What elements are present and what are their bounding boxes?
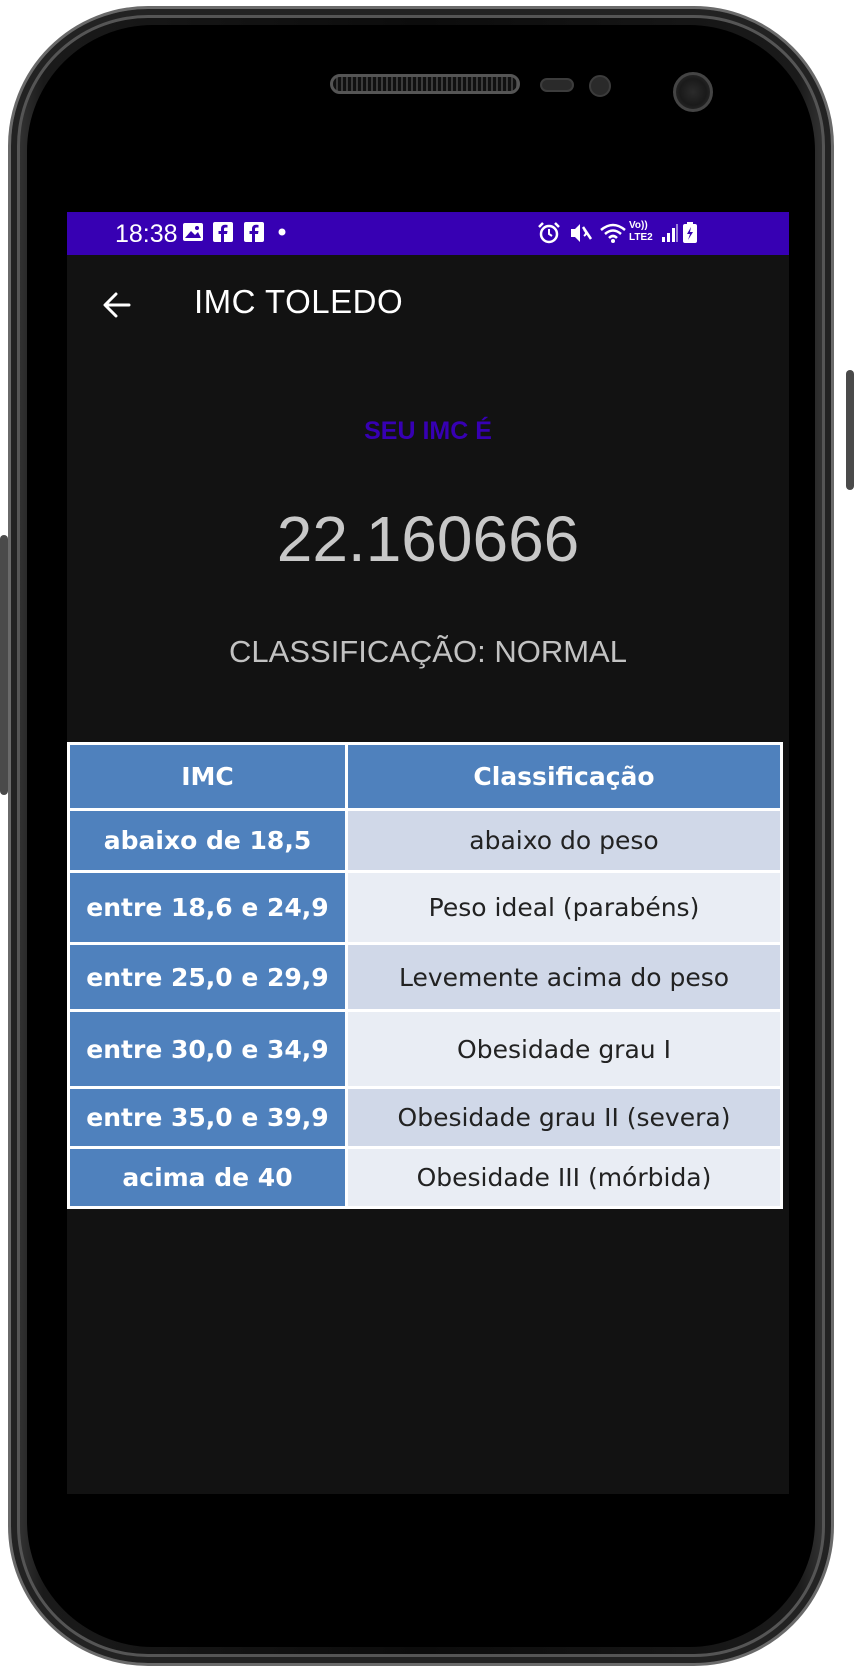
facebook-icon xyxy=(244,222,264,247)
table-cell-imc: entre 35,0 e 39,9 xyxy=(67,1086,348,1149)
image-icon xyxy=(182,222,204,247)
status-time: 18:38 xyxy=(115,220,178,248)
table-cell-classificacao: Peso ideal (parabéns) xyxy=(345,870,783,945)
signal-icon xyxy=(661,222,679,249)
alarm-icon xyxy=(537,222,561,249)
front-camera xyxy=(673,72,713,112)
table-header-imc: IMC xyxy=(67,742,348,811)
table-cell-classificacao: Obesidade III (mórbida) xyxy=(345,1146,783,1209)
volume-button xyxy=(0,535,8,795)
power-button xyxy=(846,370,854,490)
table-cell-imc: acima de 40 xyxy=(67,1146,348,1209)
table-row: entre 30,0 e 34,9 Obesidade grau I xyxy=(67,1009,783,1089)
table-header-classificacao: Classificação xyxy=(345,742,783,811)
table-row: abaixo de 18,5 abaixo do peso xyxy=(67,808,783,873)
table-cell-imc: entre 30,0 e 34,9 xyxy=(67,1009,348,1089)
table-row: entre 18,6 e 24,9 Peso ideal (parabéns) xyxy=(67,870,783,945)
imc-label: SEU IMC É xyxy=(364,417,492,445)
speaker-grille xyxy=(330,74,520,94)
table-cell-imc: abaixo de 18,5 xyxy=(67,808,348,873)
app-screen: 18:38 Vo)) LTE2 IMC TOLEDO SEU IMC É 22.… xyxy=(67,212,789,1494)
network-label: Vo)) LTE2 xyxy=(629,220,653,243)
table-header-row: IMC Classificação xyxy=(67,742,783,811)
imc-table: IMC Classificação abaixo de 18,5 abaixo … xyxy=(67,742,783,1209)
table-cell-imc: entre 18,6 e 24,9 xyxy=(67,870,348,945)
classification-text: CLASSIFICAÇÃO: NORMAL xyxy=(229,634,627,669)
table-cell-classificacao: Obesidade grau I xyxy=(345,1009,783,1089)
wifi-icon xyxy=(599,222,627,249)
app-title: IMC TOLEDO xyxy=(194,283,404,320)
dot-icon xyxy=(277,221,287,248)
app-bar: IMC TOLEDO xyxy=(67,255,789,355)
status-bar: 18:38 Vo)) LTE2 xyxy=(67,212,789,255)
table-cell-classificacao: Levemente acima do peso xyxy=(345,942,783,1012)
table-row: entre 35,0 e 39,9 Obesidade grau II (sev… xyxy=(67,1086,783,1149)
table-cell-classificacao: Obesidade grau II (severa) xyxy=(345,1086,783,1149)
imc-value: 22.160666 xyxy=(276,503,580,575)
arrow-left-icon[interactable] xyxy=(97,285,137,325)
facebook-icon xyxy=(213,222,233,247)
table-cell-imc: entre 25,0 e 29,9 xyxy=(67,942,348,1012)
table-cell-classificacao: abaixo do peso xyxy=(345,808,783,873)
proximity-sensor xyxy=(540,78,574,92)
battery-icon xyxy=(682,222,698,249)
light-sensor xyxy=(589,75,611,97)
table-row: entre 25,0 e 29,9 Levemente acima do pes… xyxy=(67,942,783,1012)
table-row: acima de 40 Obesidade III (mórbida) xyxy=(67,1146,783,1209)
mute-icon xyxy=(569,222,593,249)
